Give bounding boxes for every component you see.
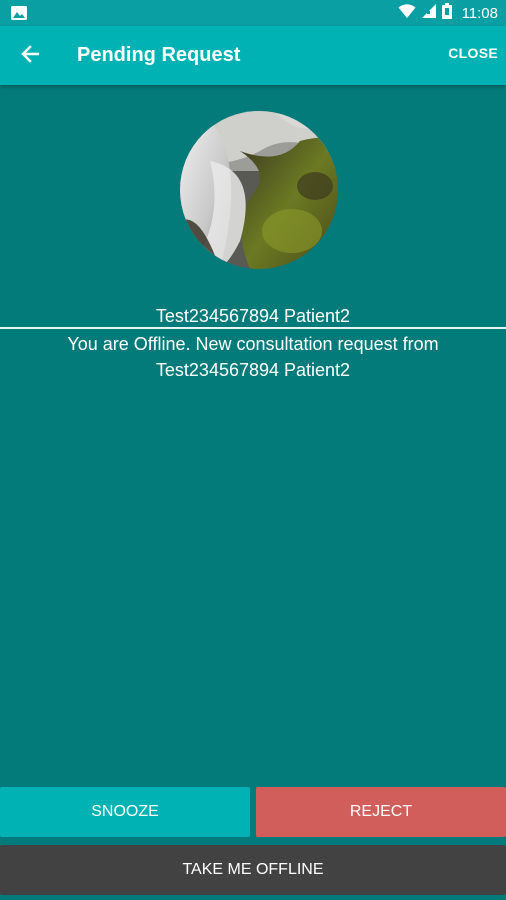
status-icons: 11:08 [398, 0, 498, 26]
patient-name: Test234567894 Patient2 [155, 306, 351, 326]
status-bar: 11:08 [0, 0, 506, 26]
take-me-offline-button[interactable]: TAKE ME OFFLINE [0, 845, 506, 895]
divider [0, 327, 506, 329]
avatar [180, 111, 338, 269]
app-bar: Pending Request CLOSE [0, 26, 506, 85]
page-title: Pending Request [77, 44, 241, 66]
signal-icon [421, 3, 436, 23]
waterfall-photo [180, 111, 338, 269]
battery-icon [441, 2, 452, 24]
offline-message: You are Offline. New consultation reques… [67, 334, 439, 380]
wifi-icon [398, 3, 416, 24]
screen: 11:08 Pending Request CLOSE Test23456789… [0, 0, 506, 900]
bottom-strip [0, 895, 506, 900]
close-button[interactable]: CLOSE [448, 45, 498, 61]
back-arrow-icon [21, 44, 40, 68]
image-icon [10, 5, 28, 21]
status-time: 11:08 [461, 4, 498, 22]
reject-button[interactable]: REJECT [256, 787, 506, 837]
back-button[interactable] [14, 40, 46, 72]
snooze-button[interactable]: SNOOZE [0, 787, 250, 837]
